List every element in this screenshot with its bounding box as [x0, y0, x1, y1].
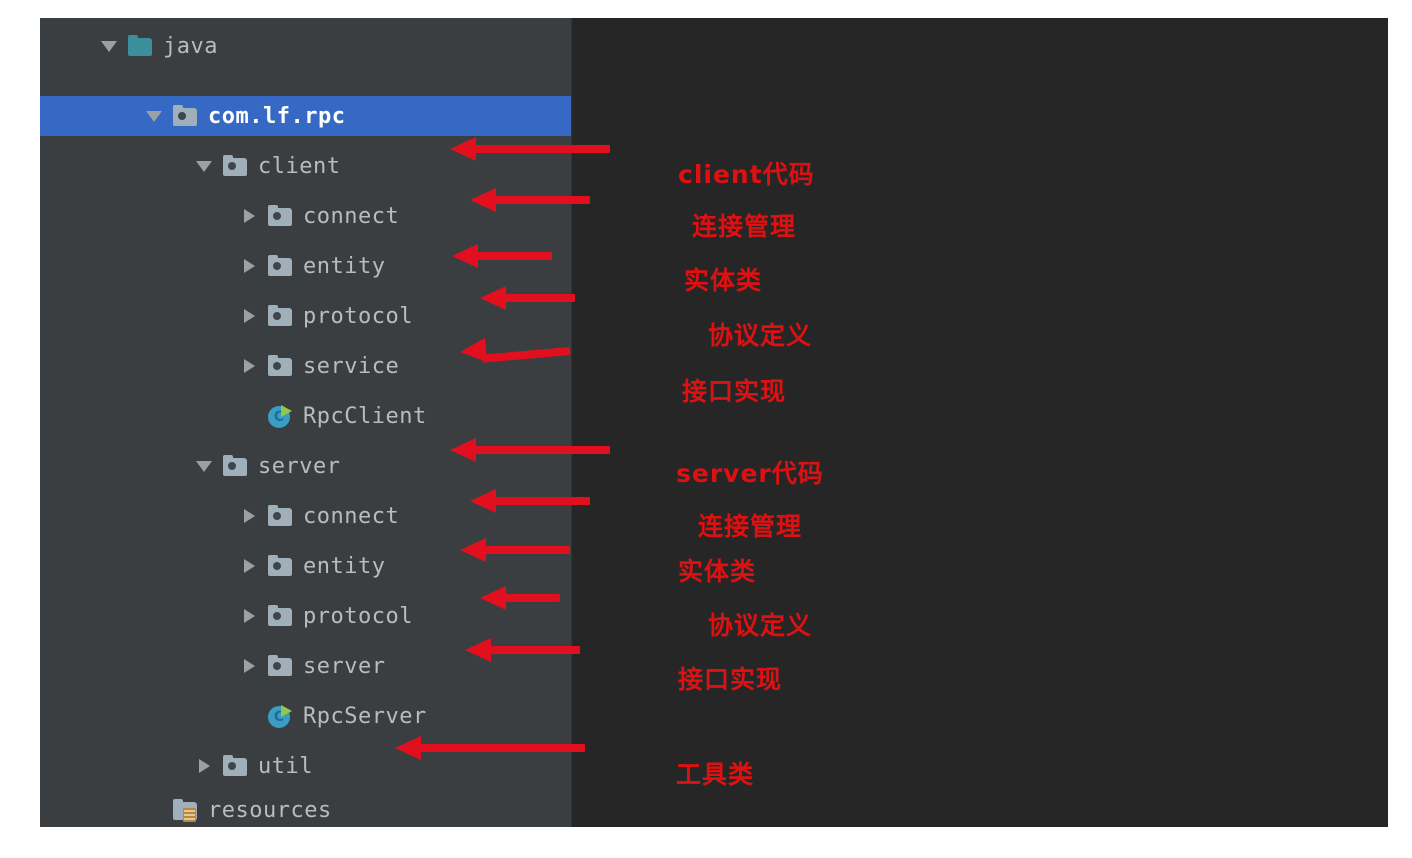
tree-item-label: service: [303, 353, 400, 379]
tree-item-label: entity: [303, 553, 386, 579]
package-folder-icon: [267, 355, 293, 377]
chevron-right-icon[interactable]: [240, 657, 258, 675]
java-class-runnable-icon: [267, 705, 293, 728]
package-folder-icon: [222, 755, 248, 777]
tree-item-label: com.lf.rpc: [208, 103, 346, 129]
annotation-client-service: 接口实现: [682, 377, 787, 406]
tree-item-label: entity: [303, 253, 386, 279]
tree-item-label: resources: [208, 797, 332, 823]
chevron-down-icon[interactable]: [195, 457, 213, 475]
annotation-server-code: server代码: [676, 459, 824, 488]
tree-item-label: connect: [303, 203, 400, 229]
tree-item-label: protocol: [303, 603, 413, 629]
chevron-right-icon[interactable]: [240, 357, 258, 375]
tree-item-label: server: [258, 453, 341, 479]
tree-row-resources[interactable]: resources: [40, 790, 571, 830]
chevron-right-icon[interactable]: [240, 307, 258, 325]
java-class-runnable-icon: [267, 405, 293, 428]
screenshot-root: java com.lf.rpc client connect entity pr…: [0, 0, 1412, 858]
resource-folder-icon: [172, 799, 198, 822]
annotation-server-connect: 连接管理: [698, 512, 803, 541]
annotation-client-code: client代码: [678, 160, 815, 189]
tree-item-label: connect: [303, 503, 400, 529]
source-folder-icon: [127, 35, 153, 57]
annotation-server-protocol: 协议定义: [708, 611, 813, 640]
package-folder-icon: [222, 455, 248, 477]
package-folder-icon: [267, 655, 293, 677]
tree-item-label: protocol: [303, 303, 413, 329]
tree-item-label: server: [303, 653, 386, 679]
tree-item-label: java: [163, 33, 218, 59]
tree-row-rpcclient[interactable]: RpcClient: [40, 396, 571, 436]
chevron-right-icon[interactable]: [240, 257, 258, 275]
chevron-right-icon[interactable]: [240, 607, 258, 625]
package-folder-icon: [267, 205, 293, 227]
chevron-right-icon[interactable]: [240, 207, 258, 225]
annotation-client-protocol: 协议定义: [708, 321, 813, 350]
tree-item-label: RpcClient: [303, 403, 427, 429]
package-folder-icon: [267, 555, 293, 577]
package-folder-icon: [267, 305, 293, 327]
chevron-right-icon[interactable]: [240, 507, 258, 525]
chevron-right-icon[interactable]: [240, 557, 258, 575]
project-tree-panel[interactable]: java com.lf.rpc client connect entity pr…: [40, 18, 571, 827]
ide-project-view: java com.lf.rpc client connect entity pr…: [40, 18, 1388, 827]
tree-row-com-lf-rpc[interactable]: com.lf.rpc: [40, 96, 571, 136]
tree-item-label: RpcServer: [303, 703, 427, 729]
tree-row-util[interactable]: util: [40, 746, 571, 786]
annotation-client-connect: 连接管理: [692, 212, 797, 241]
annotation-client-entity: 实体类: [684, 266, 763, 295]
package-folder-icon: [267, 255, 293, 277]
chevron-down-icon[interactable]: [100, 37, 118, 55]
package-folder-icon: [267, 505, 293, 527]
chevron-down-icon[interactable]: [195, 157, 213, 175]
tree-item-label: client: [258, 153, 341, 179]
annotation-server-server: 接口实现: [678, 665, 783, 694]
chevron-right-icon[interactable]: [195, 757, 213, 775]
chevron-down-icon[interactable]: [145, 107, 163, 125]
package-folder-icon: [222, 155, 248, 177]
package-folder-icon: [172, 105, 198, 127]
annotation-util: 工具类: [676, 760, 755, 789]
tree-item-label: util: [258, 753, 313, 779]
tree-row-java[interactable]: java: [40, 26, 571, 66]
tree-row-client-service[interactable]: service: [40, 346, 571, 386]
panel-divider: [571, 18, 572, 827]
package-folder-icon: [267, 605, 293, 627]
annotation-server-entity: 实体类: [678, 557, 757, 586]
tree-row-rpcserver[interactable]: RpcServer: [40, 696, 571, 736]
